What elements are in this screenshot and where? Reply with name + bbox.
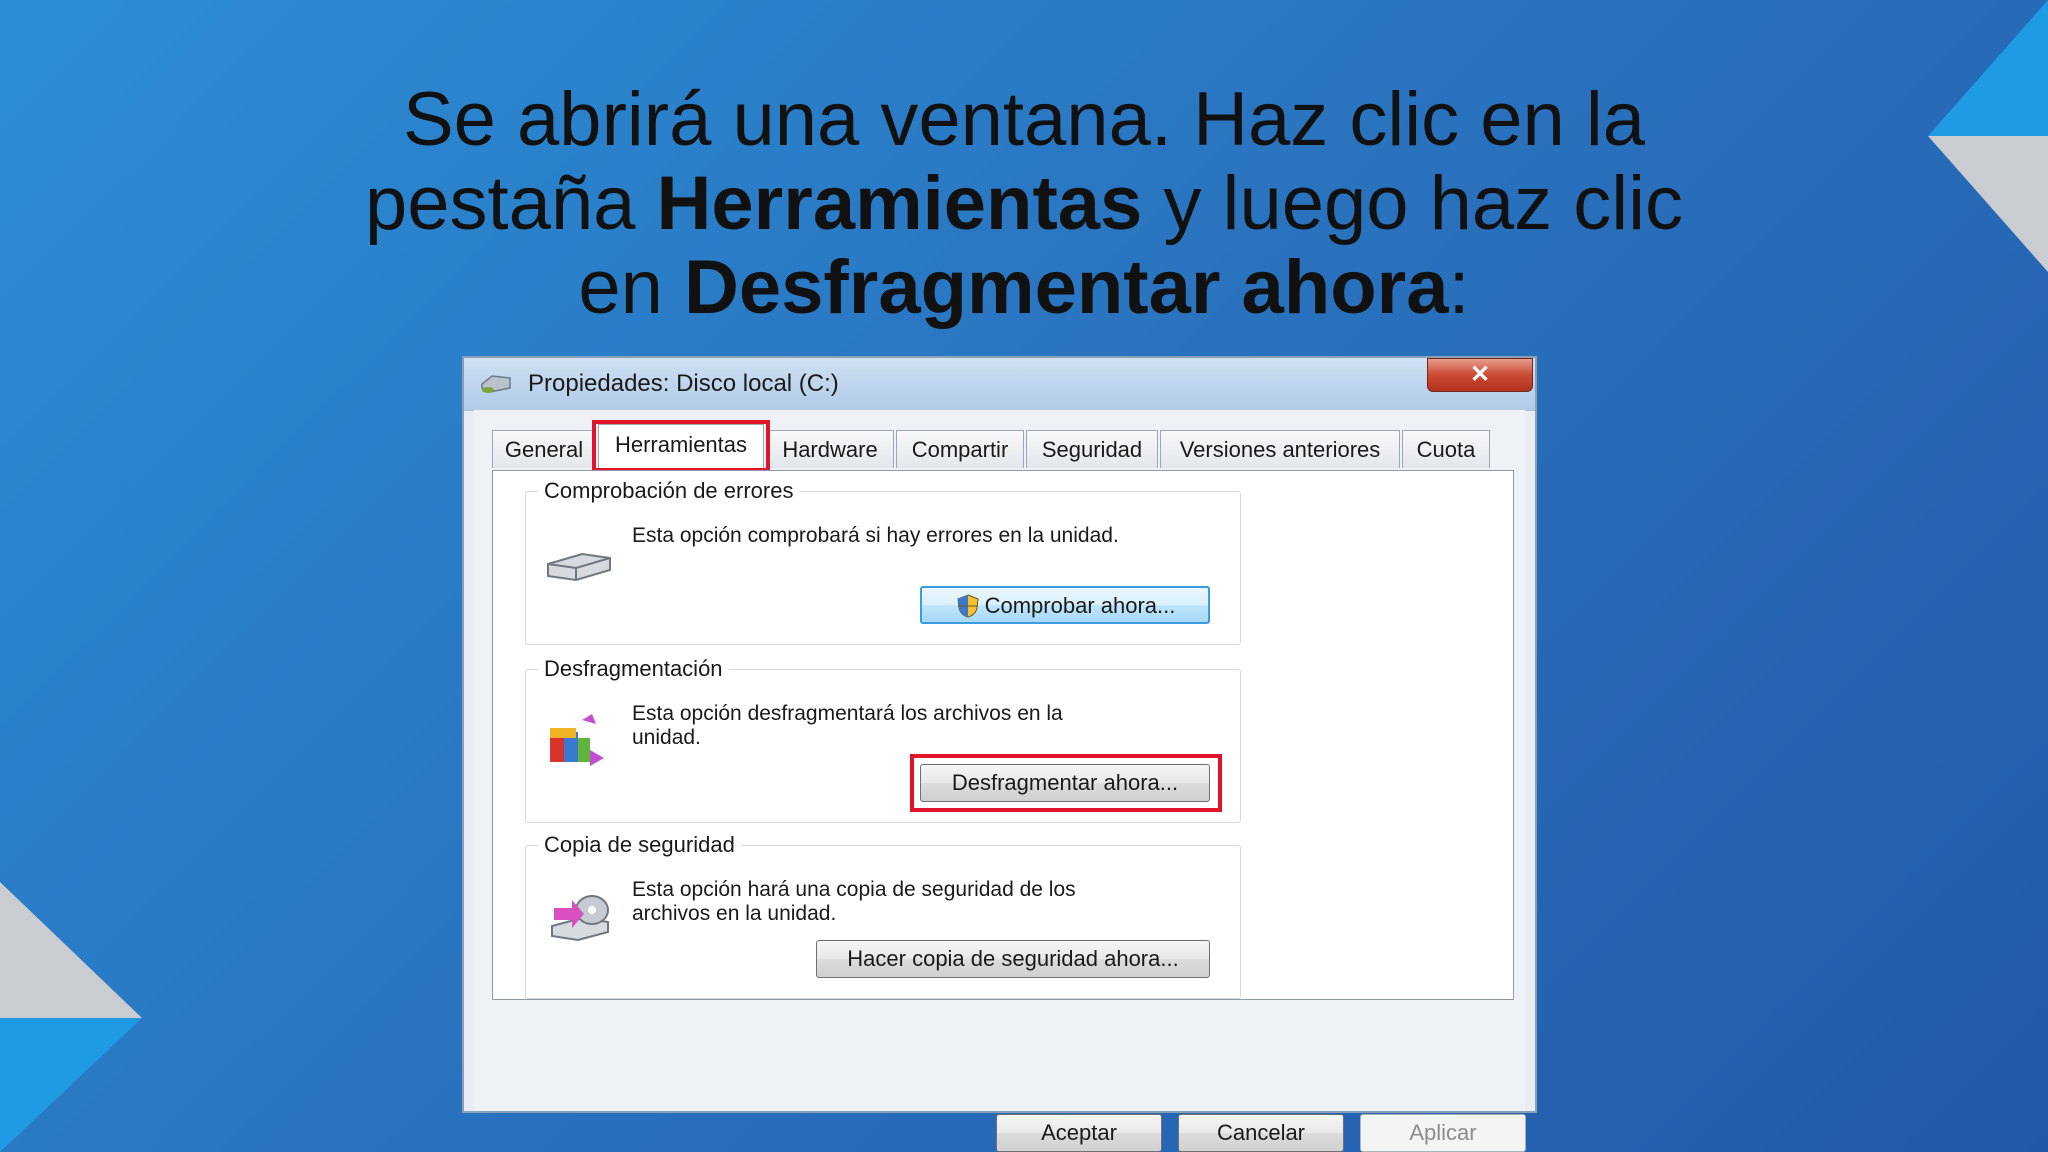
group-defragmentation-description: Esta opción desfragmentará los archivos …: [632, 702, 1063, 749]
group-error-checking-description: Esta opción comprobará si hay errores en…: [632, 524, 1119, 547]
tab-seguridad[interactable]: Seguridad: [1026, 430, 1158, 468]
ok-button[interactable]: Aceptar: [996, 1114, 1162, 1152]
cancel-button[interactable]: Cancelar: [1178, 1114, 1344, 1152]
heading-line-2-bold: Herramientas: [656, 161, 1143, 246]
heading-line-2-pre: pestaña: [364, 161, 657, 246]
properties-window: Propiedades: Disco local (C:) ✕ General …: [462, 356, 1537, 1152]
tab-hardware[interactable]: Hardware: [766, 430, 894, 468]
check-now-label: Comprobar ahora...: [984, 593, 1176, 618]
tab-versiones-anteriores[interactable]: Versiones anteriores: [1160, 430, 1400, 468]
tab-panel-herramientas: Comprobación de errores Esta opción comp…: [492, 470, 1514, 1000]
hard-drive-icon: [547, 552, 611, 582]
tab-compartir[interactable]: Compartir: [896, 430, 1024, 468]
slide-heading: Se abrirá una ventana. Haz clic en la pe…: [260, 78, 1788, 330]
close-button[interactable]: ✕: [1427, 358, 1533, 392]
window-titlebar[interactable]: Propiedades: Disco local (C:) ✕: [464, 358, 1535, 411]
group-backup-title: Copia de seguridad: [538, 832, 741, 858]
defrag-icon: [550, 714, 604, 766]
corner-decoration-bottom-left: [0, 882, 142, 1152]
window-client-area: General Herramientas Hardware Compartir …: [474, 410, 1526, 1152]
corner-decoration-top-right: [1928, 0, 2048, 272]
group-backup-description: Esta opción hará una copia de seguridad …: [632, 878, 1076, 925]
uac-shield-icon: [957, 594, 979, 618]
heading-line-1: Se abrirá una ventana. Haz clic en la: [402, 77, 1646, 162]
heading-line-3-bold: Desfragmentar ahora: [684, 245, 1449, 330]
group-error-checking: Comprobación de errores Esta opción comp…: [525, 478, 1241, 645]
heading-line-3-pre: en: [578, 245, 685, 330]
backup-now-button[interactable]: Hacer copia de seguridad ahora...: [816, 940, 1210, 978]
tab-cuota[interactable]: Cuota: [1402, 430, 1490, 468]
drive-icon: [481, 375, 511, 393]
tab-highlight-box: [592, 420, 770, 472]
backup-icon: [551, 895, 609, 942]
check-now-button[interactable]: Comprobar ahora...: [920, 586, 1210, 624]
group-backup: Copia de seguridad Esta opción hará una …: [525, 832, 1241, 999]
apply-button: Aplicar: [1360, 1114, 1526, 1152]
group-defragmentation-title: Desfragmentación: [538, 656, 729, 682]
group-defragmentation: Desfragmentación Esta opción desfragment…: [525, 656, 1241, 823]
group-error-checking-title: Comprobación de errores: [538, 478, 800, 504]
defragment-button-highlight-box: [910, 754, 1222, 812]
heading-line-3-post: :: [1448, 245, 1470, 330]
tab-general[interactable]: General: [492, 430, 596, 468]
window-title: Propiedades: Disco local (C:): [528, 370, 839, 397]
heading-line-2-post: y luego haz clic: [1142, 161, 1684, 246]
